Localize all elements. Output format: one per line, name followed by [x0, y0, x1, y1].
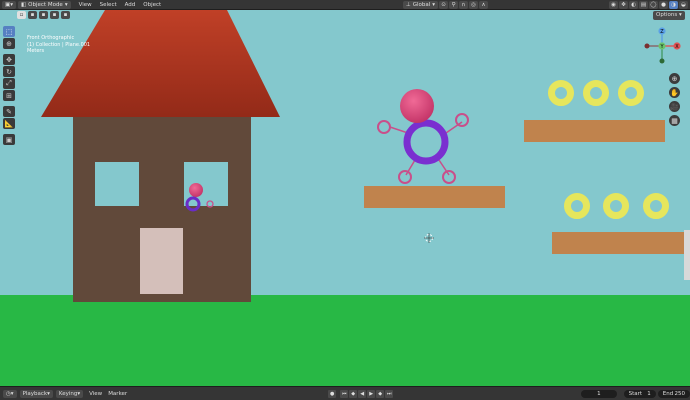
- shading-rendered-icon[interactable]: ◒: [679, 0, 688, 9]
- keying-label: Keying: [58, 390, 78, 397]
- prev-key-icon[interactable]: ◆: [349, 389, 358, 398]
- mode-label: Object Mode: [28, 1, 63, 8]
- viewport-header: ▣▾ ◧ Object Mode ▾ View Select Add Objec…: [0, 0, 690, 10]
- gizmo-toggle-icon[interactable]: ✥: [619, 0, 628, 9]
- object-mode-icon: ◧: [20, 1, 27, 8]
- editor-type-button[interactable]: ▣▾: [2, 0, 16, 9]
- play-reverse-icon[interactable]: ◀: [358, 389, 367, 398]
- jump-start-icon[interactable]: ⏮: [340, 389, 349, 398]
- ground-plane[interactable]: [0, 295, 690, 386]
- platform-center[interactable]: [364, 186, 505, 208]
- jump-end-icon[interactable]: ⏭: [385, 389, 394, 398]
- snap-icon[interactable]: ⚲: [449, 0, 458, 9]
- units-label: Meters: [27, 48, 45, 54]
- select-extend-icon[interactable]: ▪: [28, 11, 37, 19]
- tool-shelf: ⬚ ⊕ ✥ ↻ ⤢ ⊞ ✎ 📐 ▣: [3, 26, 16, 145]
- record-icon[interactable]: ●: [328, 389, 337, 398]
- orientation-selector[interactable]: ⊥ Global ▾: [402, 0, 438, 9]
- 3d-viewport-icon: ▣▾: [5, 1, 13, 8]
- start-label: Start: [628, 390, 643, 397]
- pan-hand-icon[interactable]: ✋: [669, 87, 680, 98]
- menu-add[interactable]: Add: [125, 2, 136, 8]
- house-door[interactable]: [140, 228, 183, 294]
- chevron-down-icon: ▾: [47, 390, 50, 397]
- magnet-icon[interactable]: ∩: [459, 0, 468, 9]
- select-box-tool-icon[interactable]: ⬚: [3, 26, 15, 37]
- selection-modes: ▫ ▪ ▪ ▪ ▪: [16, 11, 70, 19]
- house-window-left[interactable]: [95, 162, 139, 206]
- platform-upper-right[interactable]: [524, 120, 665, 142]
- select-invert-icon[interactable]: ▪: [50, 11, 59, 19]
- character[interactable]: [377, 89, 469, 184]
- proportional-edit-icon[interactable]: ◎: [469, 0, 478, 9]
- measure-tool-icon[interactable]: 📐: [3, 118, 15, 129]
- playback-label: Playback: [22, 390, 48, 397]
- overlays-icon[interactable]: ◐: [629, 0, 638, 9]
- chevron-down-icon: ▾: [77, 390, 81, 397]
- end-label: End: [662, 390, 674, 397]
- timeline-editor-button[interactable]: ◷▾: [3, 389, 17, 398]
- viewport-info: Front Orthographic (1) Collection | Plan…: [27, 35, 90, 55]
- donuts-lower[interactable]: [564, 193, 669, 219]
- options-button[interactable]: Options ▾: [653, 11, 685, 20]
- timeline-marker-menu[interactable]: Marker: [108, 391, 127, 397]
- shading-solid-icon[interactable]: ●: [659, 0, 668, 9]
- platform-lower-right[interactable]: [552, 232, 690, 254]
- next-key-icon[interactable]: ◆: [376, 389, 385, 398]
- scene-render: [0, 10, 690, 386]
- playback-controls: ● ⏮ ◆ ◀ ▶ ◆ ⏭: [327, 389, 394, 398]
- play-icon[interactable]: ▶: [367, 389, 376, 398]
- visibility-icon[interactable]: ◉: [609, 0, 618, 9]
- select-intersect-icon[interactable]: ▪: [61, 11, 70, 19]
- navigation-buttons: ⊕ ✋ 🎥 ▦: [669, 73, 680, 126]
- clock-icon: ◷▾: [6, 390, 14, 397]
- pivot-icon[interactable]: ⊙: [439, 0, 448, 9]
- gizmo-z-label: Z: [660, 29, 664, 35]
- 3d-viewport[interactable]: ▫ ▪ ▪ ▪ ▪ Front Orthographic (1) Collect…: [0, 10, 690, 386]
- current-frame-value: 1: [597, 390, 601, 397]
- keying-menu[interactable]: Keying ▾: [55, 389, 84, 398]
- move-tool-icon[interactable]: ✥: [3, 54, 15, 65]
- menu-select[interactable]: Select: [100, 2, 117, 8]
- xray-icon[interactable]: ▤: [639, 0, 648, 9]
- select-subtract-icon[interactable]: ▪: [39, 11, 48, 19]
- axes-icon: ⊥: [405, 1, 411, 8]
- current-frame-field[interactable]: 1: [581, 389, 617, 398]
- mode-selector[interactable]: ◧ Object Mode ▾: [17, 0, 71, 9]
- chevron-down-icon: ▾: [678, 12, 682, 18]
- rotate-tool-icon[interactable]: ↻: [3, 66, 15, 77]
- start-value: 1: [647, 390, 651, 397]
- start-frame-field[interactable]: Start 1: [623, 389, 656, 398]
- transform-tool-icon[interactable]: ⊞: [3, 90, 15, 101]
- side-panel-edge[interactable]: [684, 230, 690, 280]
- grid-icon[interactable]: ▦: [669, 115, 680, 126]
- 3d-cursor: [424, 233, 434, 243]
- falloff-icon[interactable]: ∧: [479, 0, 488, 9]
- playback-menu[interactable]: Playback ▾: [19, 389, 53, 398]
- shading-wireframe-icon[interactable]: ◯: [649, 0, 658, 9]
- shading-material-icon[interactable]: ◑: [669, 0, 678, 9]
- chevron-down-icon: ▾: [432, 1, 435, 8]
- navigation-gizmo[interactable]: Z X Y: [640, 24, 684, 68]
- house-roof[interactable]: [41, 10, 280, 117]
- annotate-tool-icon[interactable]: ✎: [3, 106, 15, 117]
- orientation-label: Global: [412, 1, 431, 8]
- menu-object[interactable]: Object: [143, 2, 161, 8]
- chevron-down-icon: ▾: [64, 1, 68, 8]
- timeline-bar: ◷▾ Playback ▾ Keying ▾ View Marker ● ⏮ ◆…: [0, 386, 690, 400]
- select-new-icon[interactable]: ▫: [17, 11, 26, 19]
- menu-view[interactable]: View: [79, 2, 92, 8]
- end-value: 250: [674, 390, 685, 397]
- camera-icon[interactable]: 🎥: [669, 101, 680, 112]
- gizmo-x-label: X: [675, 44, 679, 50]
- timeline-view-menu[interactable]: View: [89, 391, 102, 397]
- zoom-icon[interactable]: ⊕: [669, 73, 680, 84]
- add-cube-tool-icon[interactable]: ▣: [3, 134, 15, 145]
- end-frame-field[interactable]: End 250: [657, 389, 690, 398]
- cursor-tool-icon[interactable]: ⊕: [3, 38, 15, 49]
- options-label: Options: [656, 12, 678, 18]
- scale-tool-icon[interactable]: ⤢: [3, 78, 15, 89]
- donuts-upper[interactable]: [548, 80, 644, 106]
